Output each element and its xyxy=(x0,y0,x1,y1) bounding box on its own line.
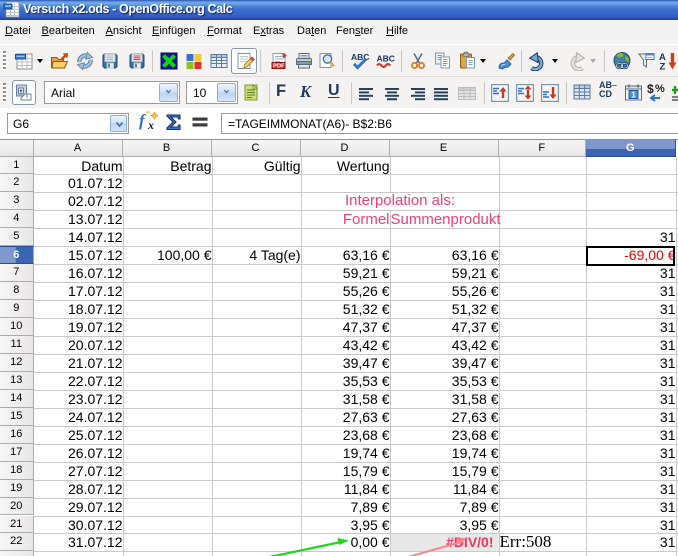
svg-text:ABC: ABC xyxy=(351,52,369,62)
svg-text:ABC: ABC xyxy=(377,54,395,64)
svg-text:x: x xyxy=(147,118,154,132)
svg-text:PDF: PDF xyxy=(273,64,285,70)
svg-text:$: $ xyxy=(647,82,654,96)
svg-text:1: 1 xyxy=(631,91,636,100)
svg-text:%: % xyxy=(655,83,665,95)
svg-text:Z: Z xyxy=(660,62,666,72)
svg-text:f: f xyxy=(139,111,147,130)
